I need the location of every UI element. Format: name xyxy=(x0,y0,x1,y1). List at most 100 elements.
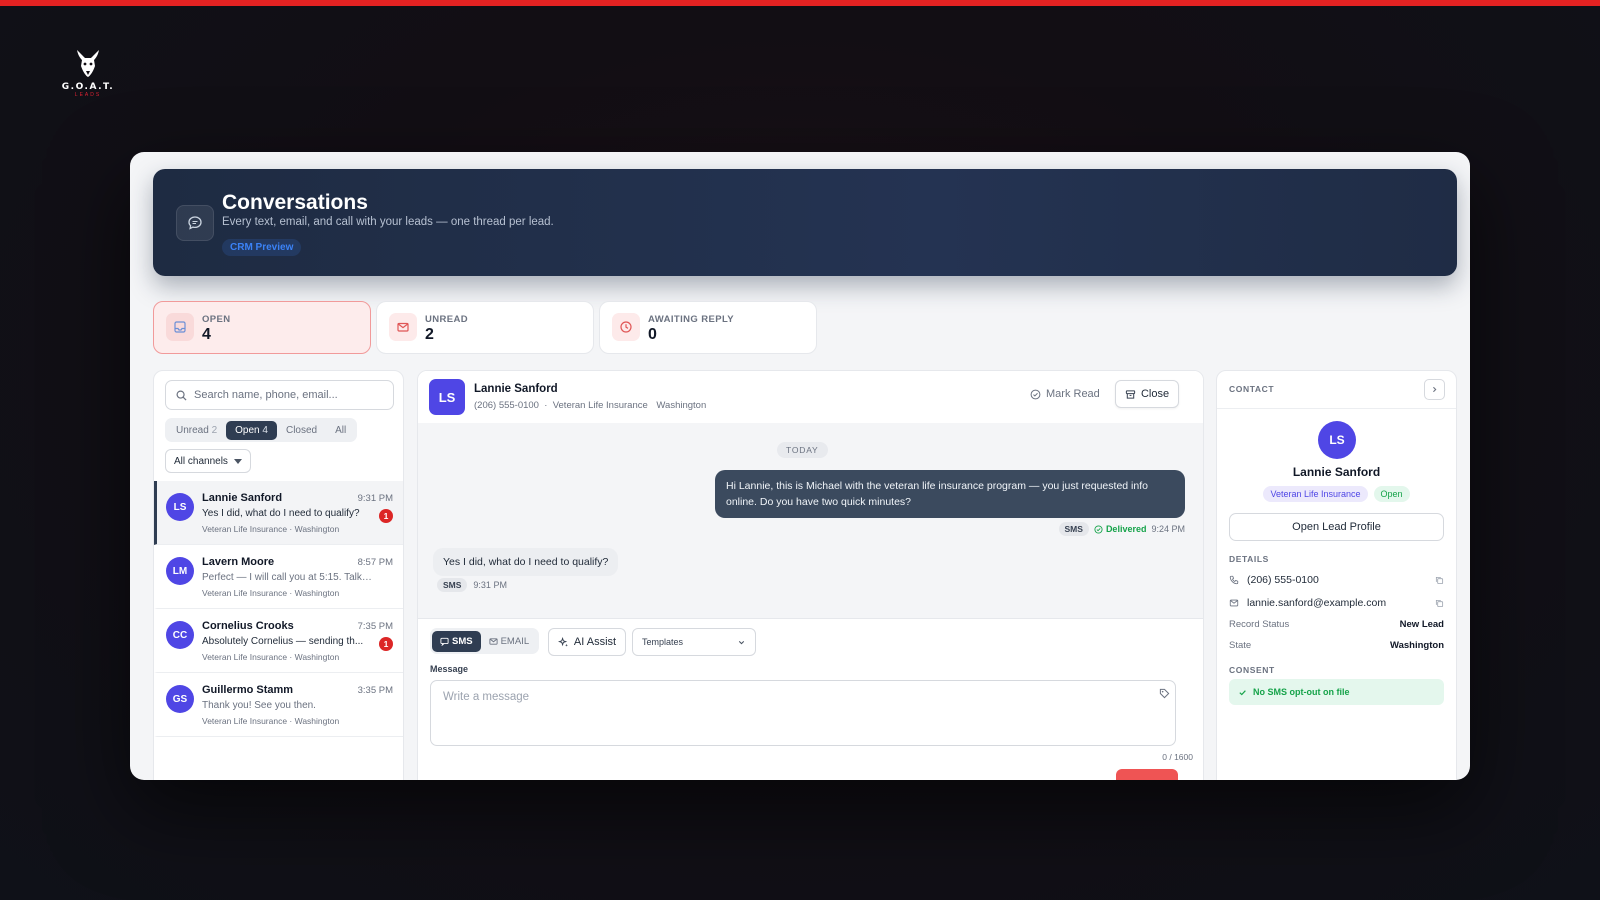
unread-badge: 1 xyxy=(379,637,393,651)
message-time: 9:31 PM xyxy=(357,493,393,504)
lead-meta: Veteran Life Insurance · Washington xyxy=(202,524,340,534)
stat-value: 0 xyxy=(648,326,657,343)
contact-section-label: CONTACT xyxy=(1229,384,1275,394)
mark-read-label: Mark Read xyxy=(1046,388,1100,400)
close-conversation-button[interactable]: Close xyxy=(1115,380,1179,408)
message-preview: Perfect — I will call you at 5:15. Talk … xyxy=(202,572,372,583)
page-title: Conversations xyxy=(222,191,368,214)
consent-text: No SMS opt-out on file xyxy=(1253,687,1350,697)
message-time: 8:57 PM xyxy=(357,557,393,568)
lead-product: Veteran Life Insurance xyxy=(552,400,648,411)
mail-icon xyxy=(489,637,498,645)
message-input[interactable] xyxy=(430,680,1176,746)
status-badge: Open xyxy=(1373,486,1410,502)
consent-section-label: CONSENT xyxy=(1229,665,1275,675)
product-badge: Veteran Life Insurance xyxy=(1263,486,1368,502)
sparkles-icon xyxy=(557,636,568,647)
contact-name: Lavern Moore xyxy=(202,556,275,568)
record-status-row: Record Status New Lead xyxy=(1229,619,1444,630)
avatar: LS xyxy=(166,493,194,521)
crm-preview-badge: CRM Preview xyxy=(222,239,302,256)
incoming-message: Yes I did, what do I need to qualify? xyxy=(433,548,619,576)
message-composer: SMS EMAIL AI Assist Templates Message 0 … xyxy=(418,618,1203,780)
avatar: GS xyxy=(166,685,194,713)
conversation-item[interactable]: CC Cornelius Crooks 7:35 PM Absolutely C… xyxy=(154,609,403,673)
clock-icon xyxy=(612,313,640,341)
tag-icon[interactable] xyxy=(1159,688,1170,699)
page-subtitle: Every text, email, and call with your le… xyxy=(222,216,554,228)
tab-all[interactable]: All xyxy=(326,421,355,440)
record-status-label: Record Status xyxy=(1229,619,1290,630)
channel-chip: SMS xyxy=(1058,522,1089,536)
copy-icon[interactable] xyxy=(1435,599,1444,608)
consent-status: No SMS opt-out on file xyxy=(1229,679,1444,705)
templates-dropdown[interactable]: Templates xyxy=(632,628,756,656)
channel-filter-dropdown[interactable]: All channels xyxy=(165,449,251,473)
open-lead-profile-button[interactable]: Open Lead Profile xyxy=(1229,513,1444,541)
stat-label: OPEN xyxy=(202,314,231,325)
inbox-icon xyxy=(166,313,194,341)
contact-phone: (206) 555-0100 xyxy=(1247,574,1319,586)
caret-down-icon xyxy=(233,458,242,464)
stat-card-open[interactable]: OPEN 4 xyxy=(153,301,371,354)
collapse-panel-button[interactable] xyxy=(1424,379,1445,400)
incoming-message-meta: SMS 9:31 PM xyxy=(437,578,507,592)
tab-email[interactable]: EMAIL xyxy=(481,631,538,652)
search-icon xyxy=(176,390,187,401)
message-preview: Absolutely Cornelius — sending th... xyxy=(202,636,364,647)
message-icon xyxy=(440,637,449,646)
contact-name: Lannie Sanford xyxy=(202,492,283,504)
state-row: State Washington xyxy=(1229,640,1444,651)
stat-value: 2 xyxy=(425,326,434,343)
stat-card-awaiting-reply[interactable]: AWAITING REPLY 0 xyxy=(599,301,817,354)
character-count: 0 / 1600 xyxy=(1162,752,1193,762)
stat-label: AWAITING REPLY xyxy=(648,314,735,325)
brand-subtitle: LEADS xyxy=(74,92,102,98)
mark-read-button[interactable]: Mark Read xyxy=(1030,388,1100,400)
message-time: 3:35 PM xyxy=(357,685,393,696)
app-window: Conversations Every text, email, and cal… xyxy=(130,152,1470,780)
delivery-status-label: Delivered xyxy=(1105,524,1147,534)
avatar: LS xyxy=(429,379,465,415)
page-header: Conversations Every text, email, and cal… xyxy=(153,169,1457,276)
separator: · xyxy=(541,400,553,411)
tab-label: Closed xyxy=(285,424,318,436)
check-icon xyxy=(1239,689,1246,695)
check-circle-icon xyxy=(1094,524,1103,534)
tab-count: 2 xyxy=(211,424,218,436)
lead-state: Washington xyxy=(656,400,707,411)
avatar: CC xyxy=(166,621,194,649)
conversation-item[interactable]: LM Lavern Moore 8:57 PM Perfect — I will… xyxy=(154,545,403,609)
tab-label: EMAIL xyxy=(500,635,530,647)
tab-label: All xyxy=(335,424,347,436)
archive-icon xyxy=(1125,389,1136,399)
conversation-items: LS Lannie Sanford 9:31 PM Yes I did, wha… xyxy=(154,481,403,737)
ai-assist-button[interactable]: AI Assist xyxy=(548,628,626,656)
tab-count: 4 xyxy=(262,424,268,436)
outgoing-message-meta: SMS Delivered 9:24 PM xyxy=(1058,522,1185,536)
tab-closed[interactable]: Closed xyxy=(277,421,326,440)
message-history: TODAY Hi Lannie, this is Michael with th… xyxy=(418,423,1203,618)
phone-icon xyxy=(1229,575,1239,585)
avatar: LS xyxy=(1318,421,1356,459)
send-button[interactable] xyxy=(1116,769,1178,780)
contact-badges: Veteran Life Insurance Open xyxy=(1217,486,1456,502)
state-label: State xyxy=(1229,640,1252,651)
contact-name: Cornelius Crooks xyxy=(202,620,294,632)
tab-unread[interactable]: Unread 2 xyxy=(167,421,226,440)
search-input[interactable] xyxy=(194,389,384,401)
tab-open[interactable]: Open 4 xyxy=(226,420,277,440)
details-section-label: DETAILS xyxy=(1229,554,1269,564)
lead-meta: Veteran Life Insurance · Washington xyxy=(202,652,340,662)
mail-icon xyxy=(389,313,417,341)
conversation-item[interactable]: GS Guillermo Stamm 3:35 PM Thank you! Se… xyxy=(154,673,403,737)
contact-name: Guillermo Stamm xyxy=(202,684,294,696)
conversation-item[interactable]: LS Lannie Sanford 9:31 PM Yes I did, wha… xyxy=(154,481,403,545)
tab-sms[interactable]: SMS xyxy=(432,630,481,652)
chevron-right-icon xyxy=(1433,386,1437,393)
stat-card-unread[interactable]: UNREAD 2 xyxy=(376,301,594,354)
state-value: Washington xyxy=(1390,640,1444,651)
copy-icon[interactable] xyxy=(1435,576,1444,585)
goat-head-icon xyxy=(77,50,99,77)
message-time: 7:35 PM xyxy=(357,621,393,632)
